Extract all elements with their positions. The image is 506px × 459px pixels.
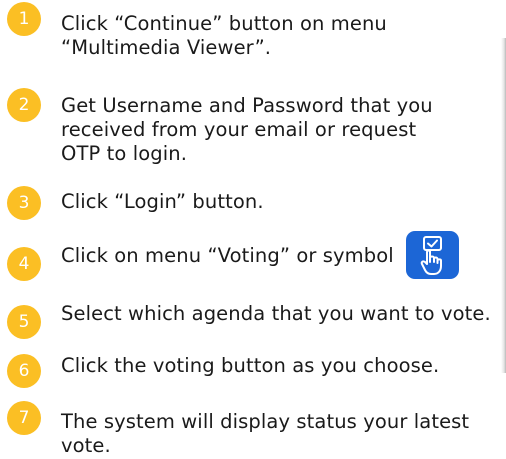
voting-hand-icon bbox=[406, 231, 459, 279]
step-number-badge: 4 bbox=[7, 247, 41, 281]
step-text: The system will display status your late… bbox=[61, 410, 470, 457]
step-text: Click the voting button as you choose. bbox=[61, 354, 440, 377]
step-text: Get Username and Password that you recei… bbox=[61, 94, 433, 165]
step-text: Click “Login” button. bbox=[61, 190, 264, 213]
step-text: Select which agenda that you want to vot… bbox=[61, 302, 491, 325]
step-text: Click “Continue” button on menu “Multime… bbox=[61, 12, 387, 59]
step-number-badge: 3 bbox=[7, 186, 41, 220]
step-number-badge: 2 bbox=[7, 88, 41, 122]
step-number-badge: 7 bbox=[7, 401, 41, 435]
step-number-badge: 5 bbox=[7, 305, 41, 339]
step-number-badge: 6 bbox=[7, 354, 41, 388]
step-number-badge: 1 bbox=[7, 2, 41, 36]
